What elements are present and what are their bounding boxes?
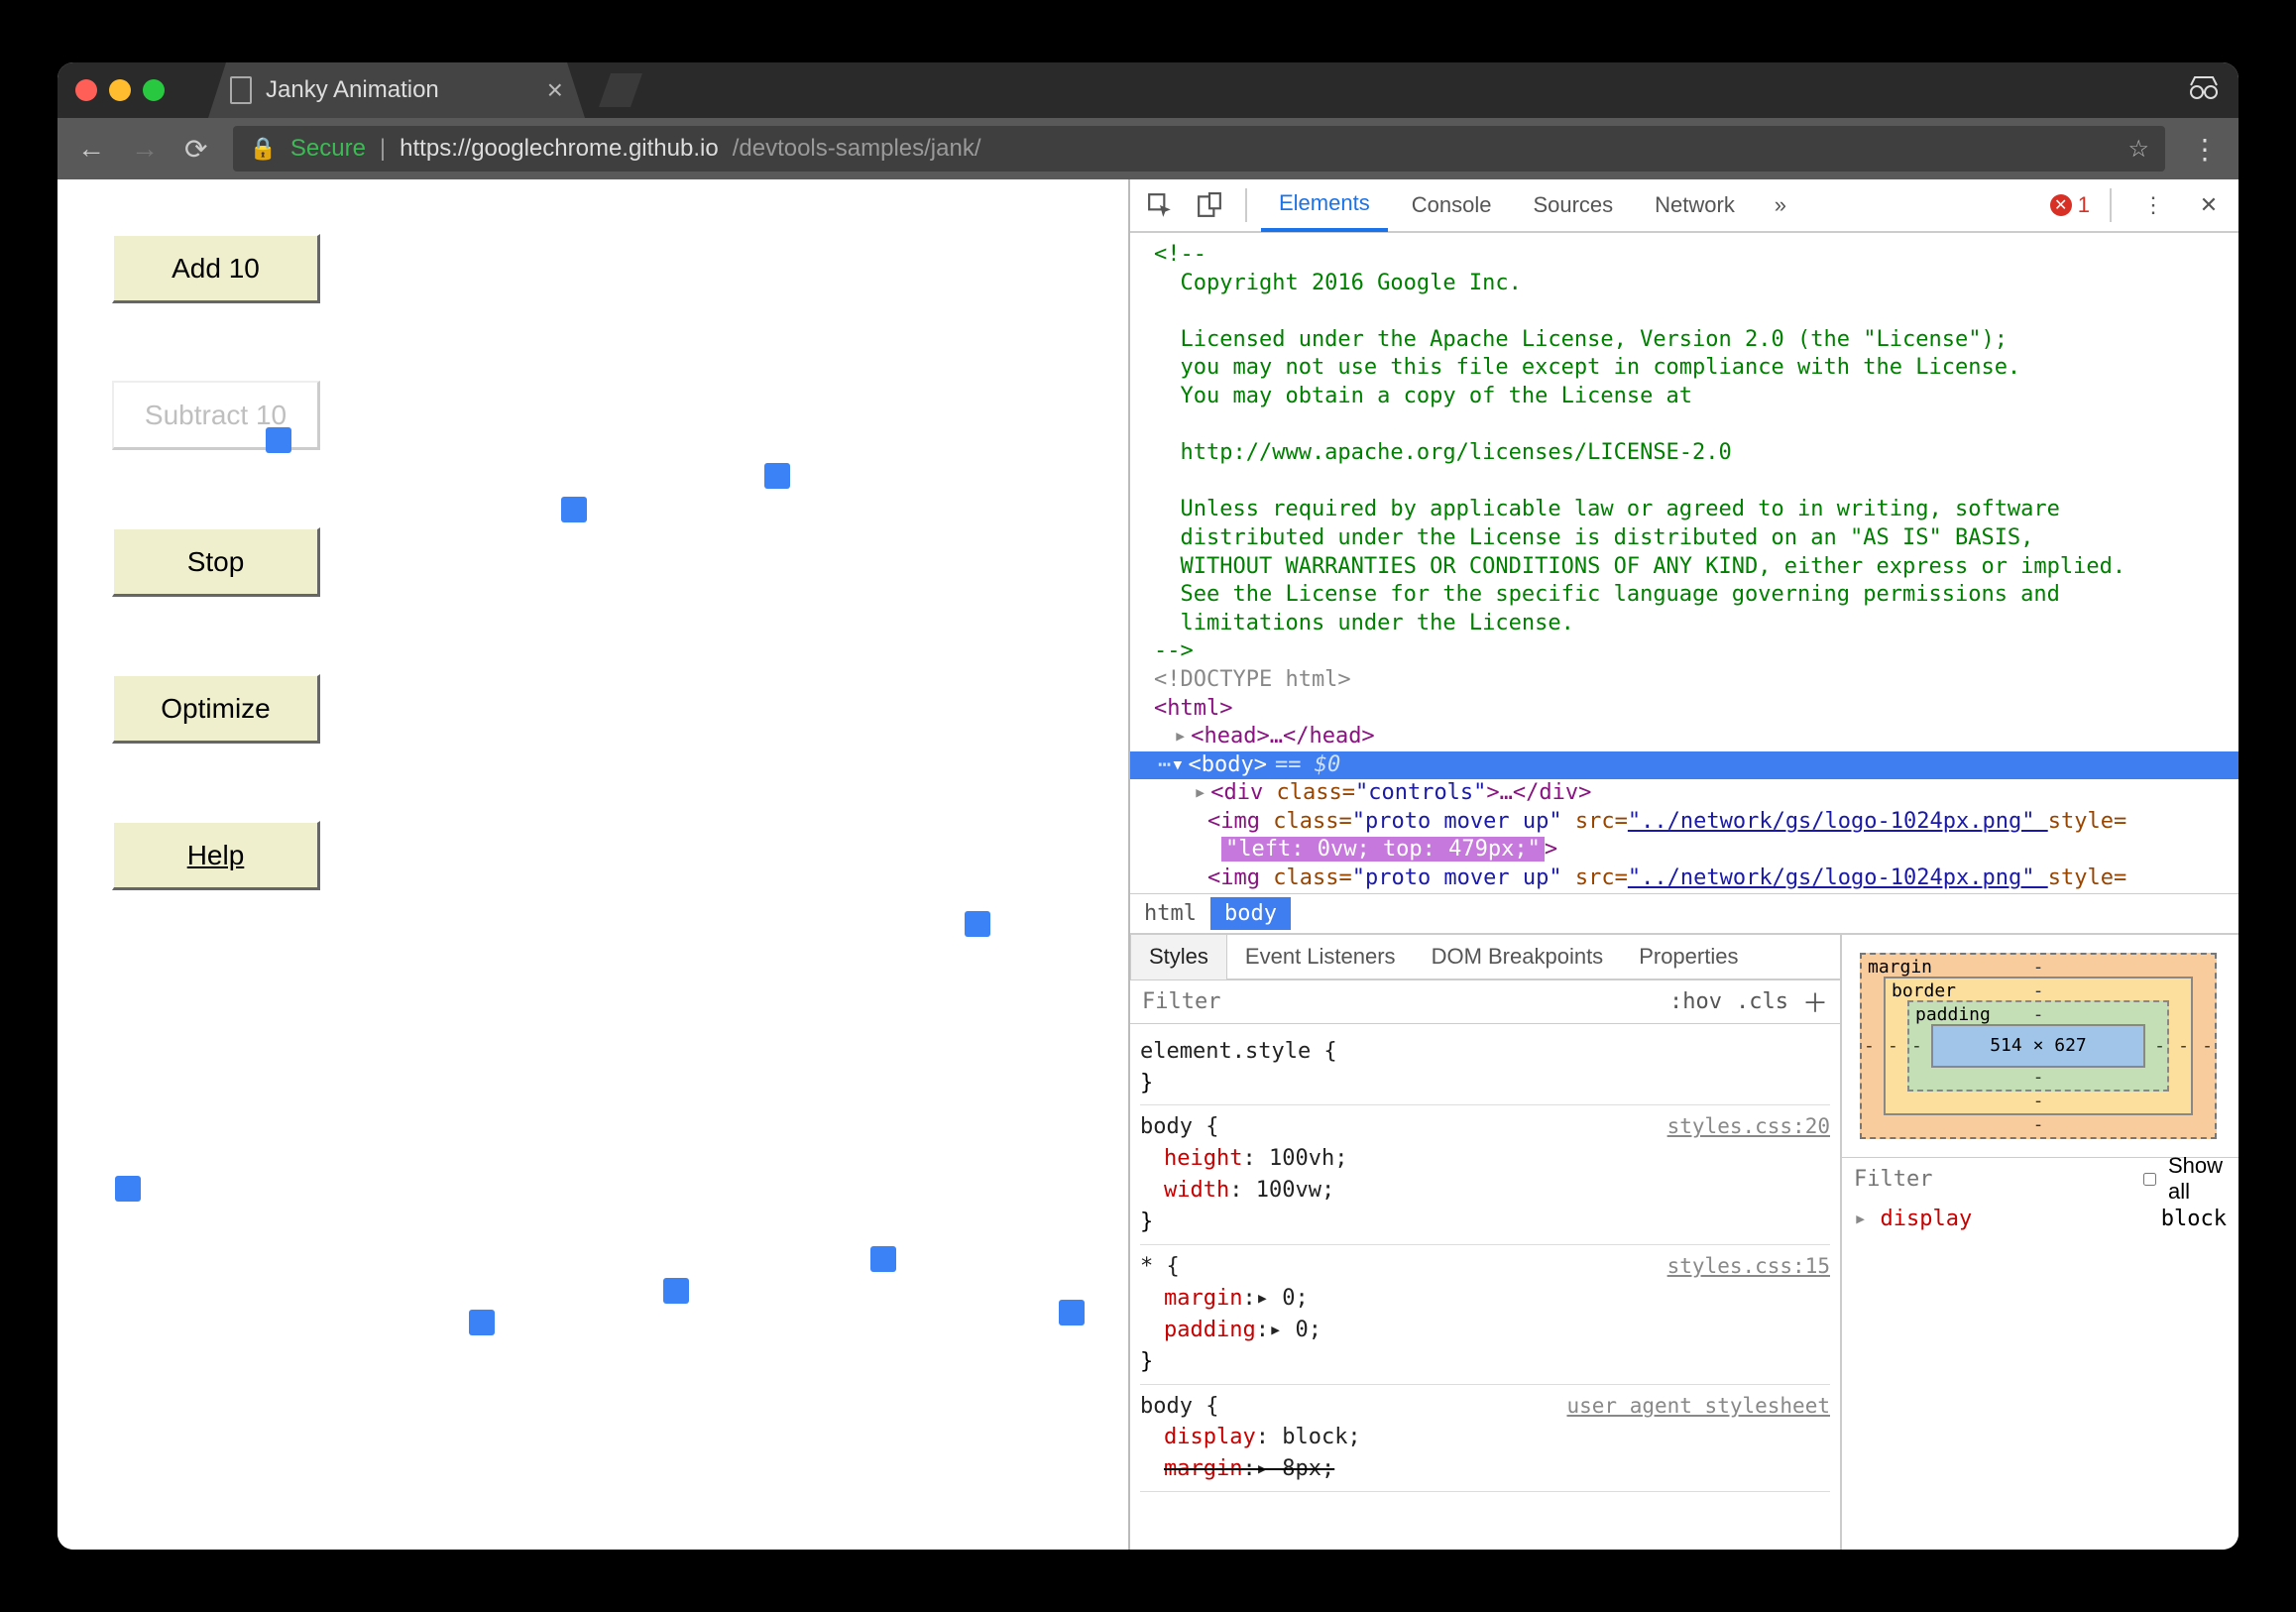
page-icon <box>230 76 252 104</box>
incognito-icon <box>2187 73 2221 107</box>
error-indicator[interactable]: ✕ 1 <box>2050 192 2090 218</box>
tab-network[interactable]: Network <box>1637 179 1753 232</box>
styles-subtabs: Styles Event Listeners DOM Breakpoints P… <box>1130 935 1840 980</box>
add-button[interactable]: Add 10 <box>112 234 320 303</box>
mover-icon <box>1059 1300 1085 1325</box>
cls-toggle[interactable]: .cls <box>1736 989 1788 1014</box>
dom-img-1-style[interactable]: "left: 0vw; top: 479px;"> <box>1130 836 2239 864</box>
bookmark-star-icon[interactable]: ☆ <box>2127 135 2149 164</box>
content-area: Add 10 Subtract 10 Stop Optimize Help El… <box>57 179 2239 1550</box>
devtools-panel: Elements Console Sources Network » ✕ 1 ⋮… <box>1128 179 2239 1550</box>
help-button[interactable]: Help <box>112 821 320 890</box>
bm-padding-label: padding <box>1915 1004 1991 1025</box>
window-close-button[interactable] <box>75 79 97 101</box>
mover-icon <box>663 1278 689 1304</box>
rendered-page: Add 10 Subtract 10 Stop Optimize Help <box>57 179 1128 1550</box>
computed-list[interactable]: display block <box>1842 1201 2239 1237</box>
new-tab-button[interactable] <box>599 73 642 107</box>
bm-border-label: border <box>1892 980 1956 1001</box>
dom-comment: <!-- Copyright 2016 Google Inc. Licensed… <box>1130 241 2239 666</box>
new-style-rule-icon[interactable]: ＋ <box>1802 983 1828 1020</box>
tabs-overflow-icon[interactable]: » <box>1759 187 1802 223</box>
tab-elements[interactable]: Elements <box>1261 179 1388 232</box>
styles-panel: Styles Event Listeners DOM Breakpoints P… <box>1130 933 2239 1550</box>
subtab-styles[interactable]: Styles <box>1130 934 1227 979</box>
dom-breadcrumb: html body <box>1130 893 2239 933</box>
crumb-html[interactable]: html <box>1130 897 1210 930</box>
rule-body[interactable]: styles.css:20 body { height: 100vh; widt… <box>1140 1105 1830 1245</box>
rule-element-style[interactable]: element.style { } <box>1140 1030 1830 1106</box>
browser-window: Janky Animation × ← → ⟳ 🔒 Secure | https… <box>57 62 2239 1550</box>
stop-button[interactable]: Stop <box>112 527 320 597</box>
address-bar[interactable]: 🔒 Secure | https://googlechrome.github.i… <box>233 126 2165 172</box>
computed-filter-row: Show all <box>1842 1157 2239 1201</box>
rule-origin[interactable]: styles.css:15 <box>1667 1251 1830 1281</box>
optimize-button[interactable]: Optimize <box>112 674 320 744</box>
computed-column: margin - - - - border - - - - <box>1842 935 2239 1550</box>
dom-body-selected[interactable]: ⋯▾<body>== $0 <box>1130 751 2239 780</box>
crumb-body[interactable]: body <box>1210 897 1291 930</box>
dom-head[interactable]: <head>…</head> <box>1130 723 2239 751</box>
window-maximize-button[interactable] <box>143 79 165 101</box>
error-count: 1 <box>2078 192 2090 218</box>
devtools-close-icon[interactable]: ✕ <box>2187 187 2231 223</box>
dom-img-1[interactable]: <img class="proto mover up" src="../netw… <box>1130 808 2239 837</box>
subtab-dom-breakpoints[interactable]: DOM Breakpoints <box>1414 934 1622 979</box>
reload-button[interactable]: ⟳ <box>184 133 207 166</box>
dom-div-controls[interactable]: <div class="controls">…</div> <box>1130 779 2239 808</box>
controls-panel: Add 10 Subtract 10 Stop Optimize Help <box>112 234 320 890</box>
bm-content-size: 514 × 627 <box>1931 1024 2145 1068</box>
subtab-event-listeners[interactable]: Event Listeners <box>1227 934 1414 979</box>
rule-origin[interactable]: styles.css:20 <box>1667 1111 1830 1141</box>
devtools-menu-icon[interactable]: ⋮ <box>2131 187 2175 223</box>
back-button[interactable]: ← <box>77 133 105 165</box>
show-all-checkbox[interactable] <box>2143 1173 2156 1186</box>
mover-icon <box>561 497 587 522</box>
close-tab-icon[interactable]: × <box>547 74 563 106</box>
tab-sources[interactable]: Sources <box>1515 179 1631 232</box>
bm-margin-label: margin <box>1868 957 1932 978</box>
forward-button[interactable]: → <box>131 133 159 165</box>
secure-label: Secure <box>290 135 366 163</box>
box-model[interactable]: margin - - - - border - - - - <box>1842 935 2239 1157</box>
mover-icon <box>965 911 990 937</box>
mover-icon <box>870 1246 896 1272</box>
dom-html-open[interactable]: <html> <box>1130 695 2239 724</box>
dom-img-2[interactable]: <img class="proto mover up" src="../netw… <box>1130 864 2239 893</box>
rule-origin-ua: user agent stylesheet <box>1566 1391 1830 1421</box>
subtab-properties[interactable]: Properties <box>1621 934 1756 979</box>
traffic-lights <box>75 79 165 101</box>
mover-icon <box>115 1176 141 1202</box>
styles-filter-row: :hov .cls ＋ <box>1130 980 1840 1024</box>
browser-tab[interactable]: Janky Animation × <box>208 62 585 118</box>
styles-rules-column: Styles Event Listeners DOM Breakpoints P… <box>1130 935 1842 1550</box>
show-all-label: Show all <box>2168 1153 2227 1205</box>
inspect-element-icon[interactable] <box>1138 187 1182 223</box>
devtools-tabbar: Elements Console Sources Network » ✕ 1 ⋮… <box>1130 179 2239 233</box>
browser-menu-button[interactable]: ⋮ <box>2191 133 2219 166</box>
browser-toolbar: ← → ⟳ 🔒 Secure | https://googlechrome.gi… <box>57 118 2239 179</box>
url-path: /devtools-samples/jank/ <box>733 135 981 163</box>
dom-doctype: <!DOCTYPE html> <box>1130 666 2239 695</box>
rule-ua-body[interactable]: user agent stylesheet body { display: bl… <box>1140 1385 1830 1493</box>
computed-filter-input[interactable] <box>1854 1167 2131 1192</box>
error-badge-icon: ✕ <box>2050 194 2072 216</box>
titlebar: Janky Animation × <box>57 62 2239 118</box>
tab-title: Janky Animation <box>266 76 439 104</box>
device-toolbar-icon[interactable] <box>1188 187 1231 223</box>
lock-icon: 🔒 <box>249 136 276 162</box>
dom-tree[interactable]: <!-- Copyright 2016 Google Inc. Licensed… <box>1130 233 2239 893</box>
mover-icon <box>764 463 790 489</box>
window-minimize-button[interactable] <box>109 79 131 101</box>
style-rules[interactable]: element.style { } styles.css:20 body { h… <box>1130 1024 1840 1499</box>
rule-star[interactable]: styles.css:15 * { margin:▸ 0; padding:▸ … <box>1140 1245 1830 1385</box>
styles-filter-input[interactable] <box>1142 989 1656 1014</box>
hov-toggle[interactable]: :hov <box>1669 989 1722 1014</box>
url-host: https://googlechrome.github.io <box>400 135 719 163</box>
computed-row[interactable]: display block <box>1854 1207 2227 1231</box>
mover-icon <box>266 427 291 453</box>
mover-icon <box>469 1310 495 1335</box>
tab-console[interactable]: Console <box>1394 179 1510 232</box>
